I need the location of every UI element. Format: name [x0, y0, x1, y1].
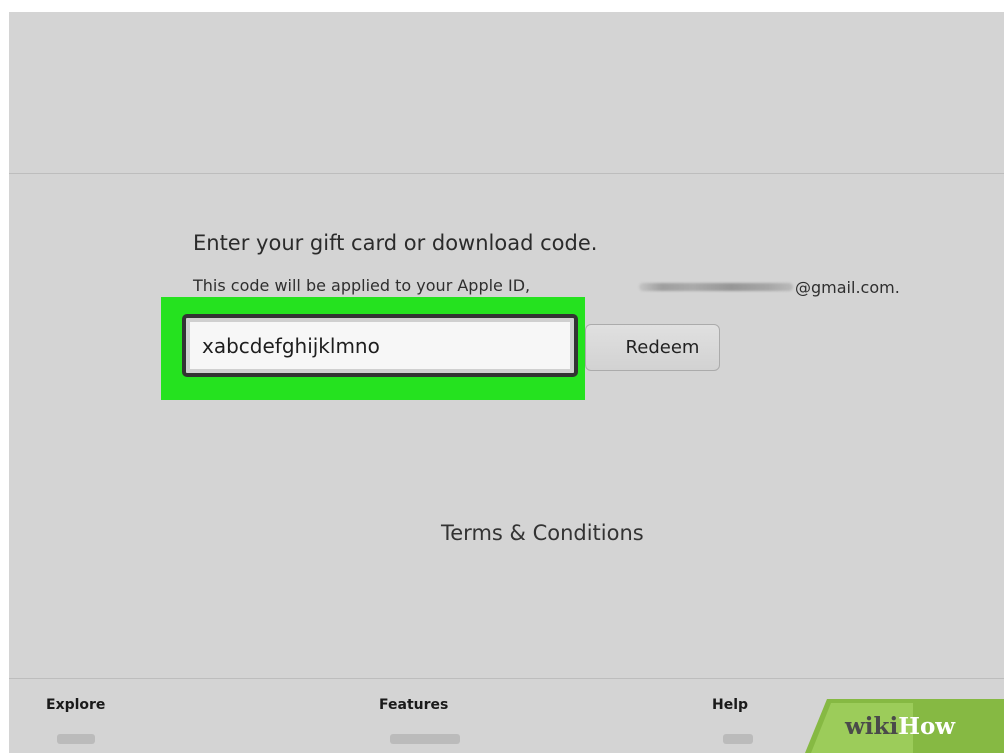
- email-domain: @gmail.com.: [795, 277, 900, 297]
- terms-and-conditions-link[interactable]: Terms & Conditions: [441, 521, 644, 545]
- watermark-text: wikiHow: [845, 713, 955, 740]
- apple-id-notice: This code will be applied to your Apple …: [193, 276, 531, 295]
- footer-heading-explore: Explore: [46, 697, 106, 713]
- footer-link-explore[interactable]: [57, 734, 95, 744]
- apple-id-email: @gmail.com.: [639, 276, 900, 298]
- watermark-how: How: [898, 713, 956, 740]
- footer-link-help[interactable]: [723, 734, 753, 744]
- footer-link-features[interactable]: [390, 734, 460, 744]
- watermark-wiki: wiki: [845, 713, 899, 740]
- header-divider: [9, 173, 1004, 174]
- redeem-heading: Enter your gift card or download code.: [193, 231, 598, 255]
- wikihow-watermark: wikiHow: [805, 693, 1004, 753]
- gift-card-code-input[interactable]: [182, 314, 578, 377]
- footer-heading-help: Help: [712, 697, 749, 713]
- redacted-email-blur: [639, 283, 793, 291]
- redeem-button[interactable]: Redeem: [585, 324, 720, 371]
- footer-divider: [9, 678, 1004, 679]
- itunes-redeem-screen: Enter your gift card or download code. T…: [9, 12, 1004, 753]
- footer-heading-features: Features: [379, 697, 449, 713]
